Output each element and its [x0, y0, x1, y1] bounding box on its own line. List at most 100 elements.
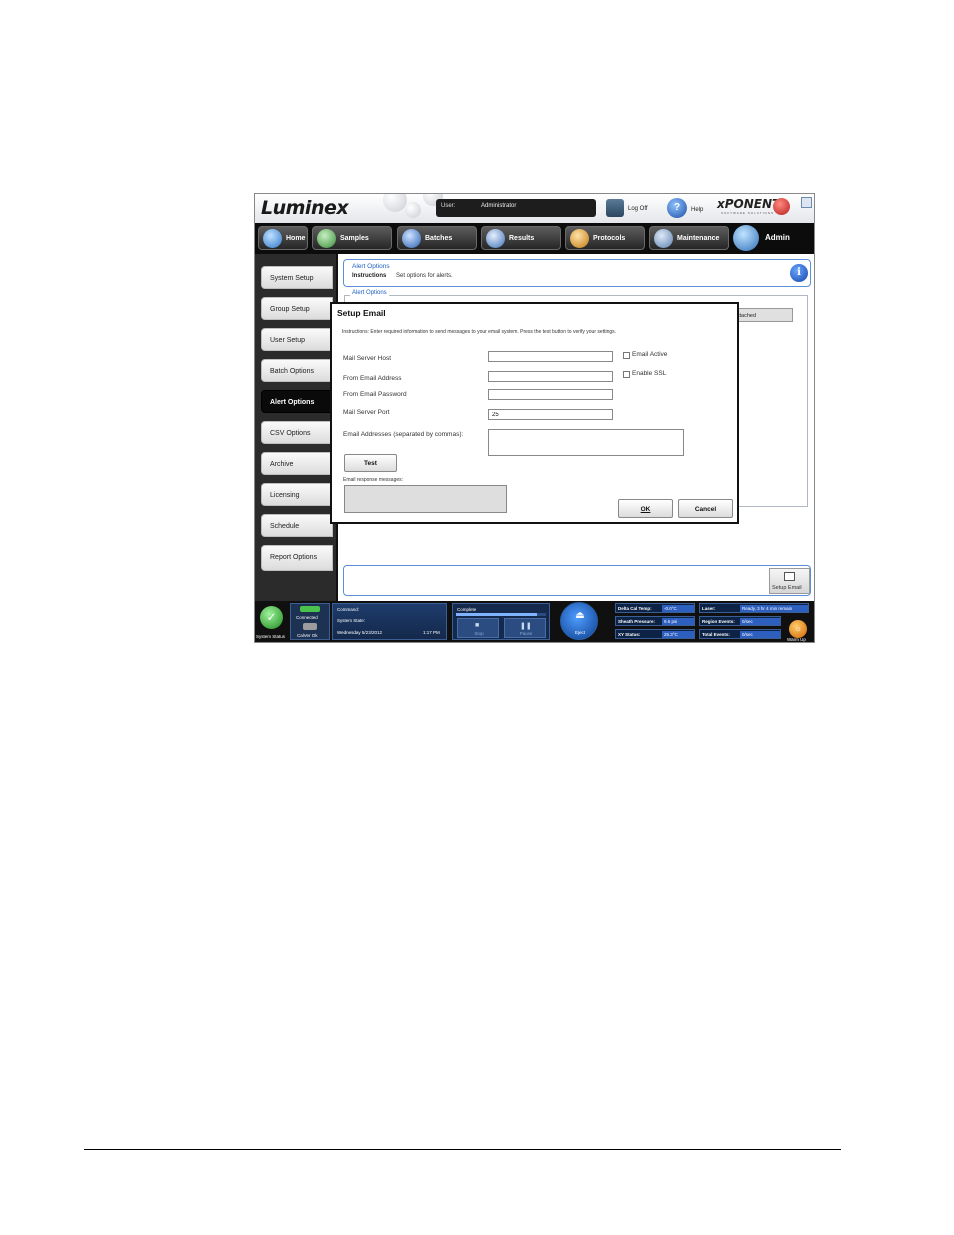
decorative-bubble — [405, 202, 421, 218]
metric-name: Delta Cal Temp: — [618, 606, 652, 611]
metric-value: 9.5 psi — [662, 618, 694, 625]
sidebar-item-label: Licensing — [270, 492, 300, 499]
tab-label: Maintenance — [677, 235, 720, 242]
mail-server-port-label: Mail Server Port — [343, 409, 390, 416]
sidebar-item-user-setup[interactable]: User Setup — [261, 328, 333, 351]
metric-laser: Laser: Ready, 3 hr 4 min remain — [699, 603, 809, 613]
progress-bar — [456, 613, 546, 616]
from-email-address-label: From Email Address — [343, 375, 402, 382]
admin-sidebar: System Setup Group Setup User Setup Batc… — [255, 254, 336, 601]
sidebar-item-alert-options[interactable]: Alert Options — [261, 390, 336, 413]
help-label: Help — [691, 207, 704, 213]
setup-email-button[interactable]: Setup Email — [769, 568, 810, 594]
tab-protocols[interactable]: Protocols — [565, 226, 645, 250]
metric-value: Ready, 3 hr 4 min remain — [740, 605, 808, 612]
email-icon — [784, 572, 795, 581]
tab-home[interactable]: Home — [258, 226, 308, 250]
connection-status: Connected CalVer Ok — [290, 603, 330, 640]
tab-samples[interactable]: Samples — [312, 226, 392, 250]
mail-server-port-input[interactable] — [488, 409, 613, 420]
main-nav: Home Samples Batches Results Protocols M… — [255, 223, 814, 254]
alert-options-header: Alert Options Instructions Set options f… — [343, 259, 811, 287]
metric-region-events: Region Events: 0/sec — [699, 616, 781, 626]
sidebar-item-licensing[interactable]: Licensing — [261, 483, 333, 506]
enable-ssl-label: Enable SSL — [632, 370, 667, 377]
enable-ssl-checkbox[interactable] — [623, 371, 630, 378]
eject-icon: ⏏ — [575, 610, 585, 621]
stop-icon: ■ — [475, 622, 480, 629]
setup-email-label: Setup Email — [772, 585, 802, 591]
system-status-check-icon[interactable]: ✓ — [260, 606, 283, 629]
metric-name: Sheath Pressure: — [618, 619, 656, 624]
date-label: Wednesday 5/23/2012 — [337, 630, 382, 635]
home-icon — [263, 229, 282, 248]
metric-value: -0.0°C — [662, 605, 694, 612]
tab-maintenance[interactable]: Maintenance — [649, 226, 729, 250]
sidebar-item-label: Report Options — [270, 554, 318, 561]
user-label: User: — [441, 203, 456, 209]
sidebar-item-label: Group Setup — [270, 306, 310, 313]
pause-icon: ❚❚ — [520, 623, 532, 630]
log-off-button[interactable]: Log Off — [606, 198, 656, 218]
batches-icon — [402, 229, 421, 248]
sidebar-item-system-setup[interactable]: System Setup — [261, 266, 333, 289]
email-active-checkbox[interactable] — [623, 352, 630, 359]
eject-button[interactable]: ⏏ Eject — [560, 602, 598, 640]
sidebar-item-report-options[interactable]: Report Options — [261, 545, 333, 571]
metric-name: XY Status: — [618, 632, 641, 637]
page-footer-rule — [84, 1149, 841, 1150]
metric-xy-status: XY Status: 25.3°C — [615, 629, 695, 639]
calver-label: CalVer Ok — [297, 633, 318, 638]
warm-up-icon[interactable]: ☼ — [789, 620, 807, 638]
metric-value: 25.3°C — [662, 631, 694, 638]
sidebar-item-csv-options[interactable]: CSV Options — [261, 421, 333, 444]
test-button[interactable]: Test — [344, 454, 397, 472]
user-value: Administrator — [481, 203, 517, 209]
tab-results[interactable]: Results — [481, 226, 561, 250]
email-active-label: Email Active — [632, 351, 668, 358]
connected-icon — [300, 606, 320, 612]
setup-email-dialog: Setup Email Instructions: Enter required… — [330, 302, 739, 524]
pause-button[interactable]: ❚❚ Pause — [504, 618, 546, 638]
progress-bar-fill — [456, 613, 537, 616]
email-addresses-input[interactable] — [488, 429, 684, 456]
stop-label: Stop — [474, 631, 484, 636]
system-status-label: System Status — [256, 634, 286, 639]
sidebar-item-batch-options[interactable]: Batch Options — [261, 359, 333, 382]
sidebar-item-group-setup[interactable]: Group Setup — [261, 297, 333, 320]
sidebar-item-label: Batch Options — [270, 368, 314, 375]
sidebar-item-archive[interactable]: Archive — [261, 452, 333, 475]
test-button-label: Test — [364, 460, 377, 467]
admin-tab-label: Admin — [765, 233, 790, 242]
email-response-box — [344, 485, 507, 513]
results-icon — [486, 229, 505, 248]
from-email-address-input[interactable] — [488, 371, 613, 382]
help-button[interactable]: ? Help — [667, 198, 709, 218]
command-status: Command: System State: Wednesday 5/23/20… — [332, 603, 447, 640]
window-restore-icon[interactable] — [801, 197, 812, 208]
from-email-password-input[interactable] — [488, 389, 613, 400]
ok-button-label: OK — [640, 506, 651, 513]
metric-sheath-pressure: Sheath Pressure: 9.5 psi — [615, 616, 695, 626]
sidebar-item-label: Archive — [270, 461, 294, 468]
mail-server-host-input[interactable] — [488, 351, 613, 362]
sidebar-item-label: User Setup — [270, 337, 306, 344]
help-icon: ? — [667, 198, 687, 218]
time-label: 1:17 PM — [423, 630, 440, 635]
info-icon[interactable]: i — [790, 264, 808, 282]
sidebar-item-label: System Setup — [270, 275, 314, 282]
metric-total-events: Total Events: 0/sec — [699, 629, 781, 639]
tab-batches[interactable]: Batches — [397, 226, 477, 250]
alert-options-group-legend: Alert Options — [350, 290, 389, 296]
email-response-label: Email response messages: — [343, 477, 404, 483]
instructions-label: Instructions — [352, 273, 387, 279]
metric-value: 0/sec — [740, 631, 780, 638]
sidebar-item-schedule[interactable]: Schedule — [261, 514, 333, 537]
decorative-bubble — [383, 194, 407, 212]
admin-avatar-icon[interactable] — [733, 225, 759, 251]
ok-button[interactable]: OK — [618, 499, 673, 518]
stop-button[interactable]: ■ Stop — [457, 618, 499, 638]
cancel-button[interactable]: Cancel — [678, 499, 733, 518]
action-panel: Setup Email — [343, 565, 811, 596]
status-bar: ✓ System Status Connected CalVer Ok Comm… — [255, 601, 814, 642]
